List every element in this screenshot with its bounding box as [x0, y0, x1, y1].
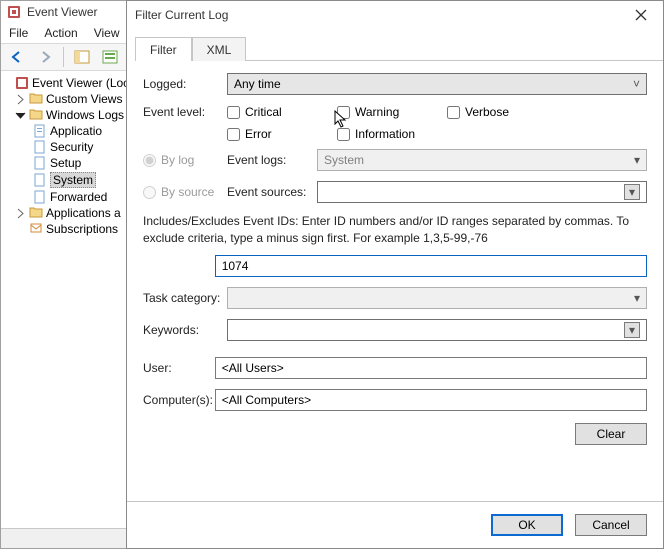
computers-input[interactable]	[215, 389, 647, 411]
app-icon	[15, 76, 29, 90]
ok-button[interactable]: OK	[491, 514, 563, 536]
tree-root[interactable]: Event Viewer (Loc	[15, 75, 133, 91]
user-input[interactable]	[215, 357, 647, 379]
tree-application[interactable]: Applicatio	[33, 123, 133, 139]
tree-system[interactable]: System	[33, 171, 133, 189]
expand-icon[interactable]	[15, 208, 26, 219]
folder-icon	[29, 206, 43, 220]
properties-button[interactable]	[98, 46, 122, 68]
dialog-footer: OK Cancel	[127, 501, 663, 548]
event-level-label: Event level:	[143, 105, 227, 119]
separator	[63, 47, 64, 67]
keywords-label: Keywords:	[143, 323, 227, 337]
task-category-label: Task category:	[143, 291, 227, 305]
critical-checkbox[interactable]: Critical	[227, 105, 317, 119]
show-tree-button[interactable]	[70, 46, 94, 68]
verbose-checkbox[interactable]: Verbose	[447, 105, 557, 119]
dropdown-arrow-icon: ▾	[624, 291, 640, 305]
event-id-help: Includes/Excludes Event IDs: Enter ID nu…	[143, 213, 647, 247]
close-button[interactable]	[627, 5, 655, 25]
menu-file[interactable]: File	[9, 26, 28, 40]
event-id-input[interactable]	[215, 255, 647, 277]
app-icon	[7, 5, 21, 19]
collapse-icon[interactable]	[15, 110, 26, 121]
tree-windows-logs[interactable]: Windows Logs	[15, 107, 133, 123]
tree-subscriptions[interactable]: Subscriptions	[15, 221, 133, 237]
cancel-button[interactable]: Cancel	[575, 514, 647, 536]
tab-xml[interactable]: XML	[192, 37, 247, 61]
tree-applications-services[interactable]: Applications a	[15, 205, 133, 221]
chevron-down-icon: ˅	[624, 77, 640, 91]
clear-button[interactable]: Clear	[575, 423, 647, 445]
log-icon	[33, 124, 47, 138]
dropdown-arrow-icon: ▾	[624, 153, 640, 167]
tree-pane[interactable]: Event Viewer (Loc Custom Views Windows L…	[1, 71, 136, 548]
tree-custom-views[interactable]: Custom Views	[15, 91, 133, 107]
main-title: Event Viewer	[27, 5, 97, 19]
computers-label: Computer(s):	[143, 393, 215, 407]
dialog-title-bar: Filter Current Log	[127, 1, 663, 29]
information-checkbox[interactable]: Information	[337, 127, 447, 141]
subscription-icon	[29, 222, 43, 236]
filter-dialog: Filter Current Log Filter XML Logged: An…	[126, 0, 664, 549]
event-sources-dropdown[interactable]: ▾	[317, 181, 647, 203]
tree-forwarded[interactable]: Forwarded	[33, 189, 133, 205]
event-logs-label: Event logs:	[227, 153, 317, 167]
tree-setup[interactable]: Setup	[33, 155, 133, 171]
event-sources-label: Event sources:	[227, 185, 317, 199]
warning-checkbox[interactable]: Warning	[337, 105, 427, 119]
task-category-dropdown: ▾	[227, 287, 647, 309]
dropdown-arrow-icon: ▾	[624, 322, 640, 338]
forward-button[interactable]	[33, 46, 57, 68]
by-log-radio: By log	[143, 153, 227, 167]
log-icon	[33, 173, 47, 187]
dropdown-arrow-icon: ▾	[624, 184, 640, 200]
folder-icon	[29, 108, 43, 122]
by-source-radio: By source	[143, 185, 227, 199]
menu-view[interactable]: View	[94, 26, 120, 40]
log-icon	[33, 190, 47, 204]
user-label: User:	[143, 361, 215, 375]
folder-icon	[29, 92, 43, 106]
log-icon	[33, 140, 47, 154]
log-icon	[33, 156, 47, 170]
back-button[interactable]	[5, 46, 29, 68]
logged-label: Logged:	[143, 77, 227, 91]
keywords-dropdown[interactable]: ▾	[227, 319, 647, 341]
expand-icon[interactable]	[15, 94, 26, 105]
menu-action[interactable]: Action	[44, 26, 77, 40]
error-checkbox[interactable]: Error	[227, 127, 317, 141]
event-logs-dropdown: System ▾	[317, 149, 647, 171]
tab-row: Filter XML	[135, 35, 663, 61]
logged-dropdown[interactable]: Any time ˅	[227, 73, 647, 95]
dialog-title: Filter Current Log	[135, 8, 228, 22]
tab-filter[interactable]: Filter	[135, 37, 192, 61]
tree-security[interactable]: Security	[33, 139, 133, 155]
